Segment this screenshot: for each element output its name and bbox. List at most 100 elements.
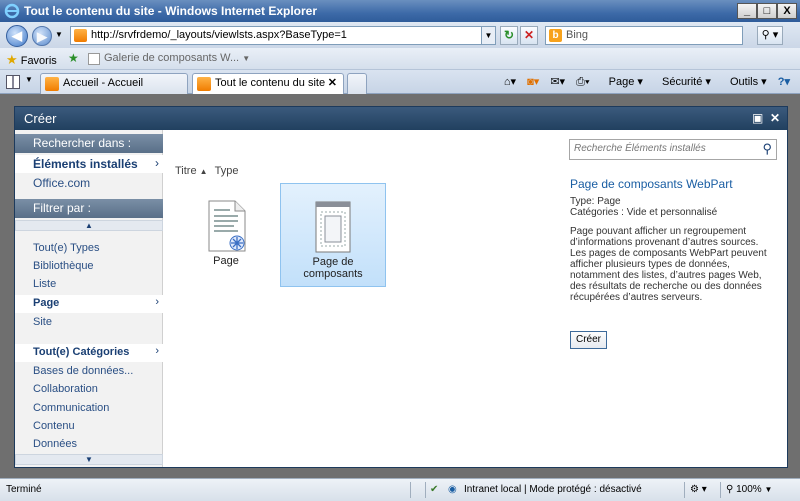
detail-description: Page pouvant afficher un regroupement d’… <box>570 226 767 303</box>
tab-bar: ▼ Accueil - Accueil Tout le contenu du s… <box>0 70 800 94</box>
chevron-right-icon: › <box>155 345 159 357</box>
scroll-down-icon: ▼ <box>85 455 93 464</box>
type-filter-list[interactable]: Liste <box>15 276 163 294</box>
feeds-icon[interactable]: ◙▾ <box>527 76 539 88</box>
filter-header: Filtrer par : <box>15 199 163 218</box>
forward-button[interactable]: ▶ <box>32 26 52 46</box>
zoom-control[interactable]: ⚲ 100% ▼ <box>726 484 772 495</box>
protected-mode-icon: ✔ <box>430 484 439 495</box>
search-placeholder: Bing <box>566 29 589 41</box>
sort-by-title[interactable]: Titre <box>175 165 197 177</box>
sort-header: Titre ▲ Type <box>175 165 239 177</box>
page-template-icon <box>208 200 246 252</box>
template-tile-webpart-page[interactable]: Page de composants <box>280 183 386 287</box>
status-separator <box>410 482 411 498</box>
tools-menu[interactable]: Outils ▾ <box>722 76 767 88</box>
forward-arrow-icon: ▶ <box>37 29 47 44</box>
category-filter-databases[interactable]: Bases de données... <box>15 363 163 381</box>
page-menu[interactable]: Page ▾ <box>601 76 643 88</box>
help-icon[interactable]: ?▾ <box>778 76 790 88</box>
command-bar: ⌂▾ ◙▾ ✉▾ ⎙▾ Page ▾ Sécurité ▾ Outils ▾ ?… <box>496 75 790 91</box>
print-icon[interactable]: ⎙▾ <box>576 76 589 88</box>
close-window-button[interactable]: X <box>777 3 797 19</box>
security-zone-text[interactable]: Intranet local | Mode protégé : désactiv… <box>464 484 642 495</box>
zoom-icon: ⚲ <box>726 484 734 495</box>
quick-tabs-icon[interactable] <box>6 75 20 89</box>
type-filter-library[interactable]: Bibliothèque <box>15 258 163 276</box>
back-arrow-icon: ◀ <box>12 28 22 43</box>
minimize-button[interactable]: _ <box>737 3 757 19</box>
bing-logo-icon: b <box>549 29 562 42</box>
sort-ascending-icon: ▲ <box>199 167 208 176</box>
category-filter-all-label: Tout(e) Catégories <box>33 346 130 358</box>
type-filter-site[interactable]: Site <box>15 314 163 332</box>
favorites-button[interactable]: ★ Favoris <box>6 52 57 68</box>
scroll-down-button[interactable]: ▼ <box>15 454 163 465</box>
chevron-right-icon: › <box>155 296 159 308</box>
popup-blocker-icon[interactable]: ⚙ ▾ <box>690 484 707 495</box>
status-separator <box>720 482 721 498</box>
tab-label: Tout le contenu du site <box>215 77 326 89</box>
chevron-right-icon: › <box>155 156 159 170</box>
installed-items-search[interactable]: Recherche Éléments installés ⚲ <box>569 139 777 160</box>
type-filter-page[interactable]: Page › <box>15 295 163 313</box>
home-icon[interactable]: ⌂▾ <box>504 76 516 88</box>
tab-accueil[interactable]: Accueil - Accueil <box>40 73 188 94</box>
close-dialog-icon[interactable]: ✕ <box>770 111 780 125</box>
add-favorite-icon[interactable]: ★ <box>68 51 79 65</box>
type-filter-all[interactable]: Tout(e) Types <box>15 240 163 258</box>
category-filter-collaboration[interactable]: Collaboration <box>15 381 163 399</box>
search-box[interactable]: b Bing <box>545 26 743 45</box>
status-text: Terminé <box>6 484 42 495</box>
address-bar[interactable]: http://srvfrdemo/_layouts/viewlsts.aspx?… <box>70 26 496 45</box>
tile-label: Page de composants <box>303 256 363 280</box>
chevron-down-icon: ▼ <box>242 54 251 63</box>
gallery-link[interactable]: Galerie de composants W... ▼ <box>104 52 250 64</box>
detail-title: Page de composants WebPart <box>570 177 733 191</box>
search-icon[interactable]: ⚲ <box>762 141 772 157</box>
status-bar: Terminé ✔ ◉ Intranet local | Mode protég… <box>0 478 800 501</box>
category-filter-all[interactable]: Tout(e) Catégories › <box>15 344 163 362</box>
refresh-button[interactable]: ↻ <box>500 26 518 45</box>
site-favicon-icon <box>74 29 87 42</box>
url-text: http://srvfrdemo/_layouts/viewlsts.aspx?… <box>91 29 347 41</box>
template-tile-page[interactable]: Page <box>173 183 279 287</box>
new-tab-button[interactable] <box>347 73 367 94</box>
filter-panel: Rechercher dans : Éléments installés › O… <box>15 130 163 467</box>
favorites-label: Favoris <box>20 55 57 67</box>
page-menu-label: Page <box>608 76 635 88</box>
sort-by-type[interactable]: Type <box>215 165 239 177</box>
search-in-office[interactable]: Office.com <box>15 174 163 192</box>
suggested-sites-icon[interactable] <box>88 53 100 65</box>
chevron-down-icon: ▼ <box>764 485 773 494</box>
webpart-page-template-icon <box>315 201 351 253</box>
window-titlebar: Tout le contenu du site - Windows Intern… <box>0 0 800 22</box>
maximize-dialog-icon[interactable]: ▣ <box>752 111 763 125</box>
tab-list-dropdown-icon[interactable]: ▼ <box>25 75 33 84</box>
create-button[interactable]: Créer <box>570 331 607 349</box>
tab-tout-le-contenu[interactable]: Tout le contenu du site ✕ <box>192 73 344 94</box>
category-filter-content[interactable]: Contenu <box>15 418 163 436</box>
search-in-installed[interactable]: Éléments installés › <box>15 155 163 173</box>
tab-label: Accueil - Accueil <box>63 77 144 89</box>
back-button[interactable]: ◀ <box>6 25 28 47</box>
favorites-star-icon: ★ <box>6 52 18 67</box>
scroll-up-button[interactable]: ▲ <box>15 220 163 231</box>
search-in-installed-label: Éléments installés <box>33 157 138 171</box>
stop-button[interactable]: ✕ <box>520 26 538 45</box>
history-dropdown-icon[interactable]: ▼ <box>55 30 63 39</box>
ie-logo-icon <box>4 3 20 19</box>
category-filter-data[interactable]: Données <box>15 436 163 454</box>
address-dropdown-icon[interactable]: ▼ <box>481 27 495 44</box>
tile-label: Page <box>213 255 239 267</box>
site-favicon-icon <box>197 77 211 91</box>
status-separator <box>425 482 426 498</box>
search-button[interactable]: ⚲ ▾ <box>757 26 783 45</box>
security-menu[interactable]: Sécurité ▾ <box>654 76 711 88</box>
type-filter-page-label: Page <box>33 297 60 309</box>
mail-icon[interactable]: ✉▾ <box>550 76 565 88</box>
security-menu-label: Sécurité <box>661 76 703 88</box>
category-filter-communication[interactable]: Communication <box>15 400 163 418</box>
close-tab-icon[interactable]: ✕ <box>328 76 337 89</box>
maximize-button[interactable]: □ <box>757 3 777 19</box>
